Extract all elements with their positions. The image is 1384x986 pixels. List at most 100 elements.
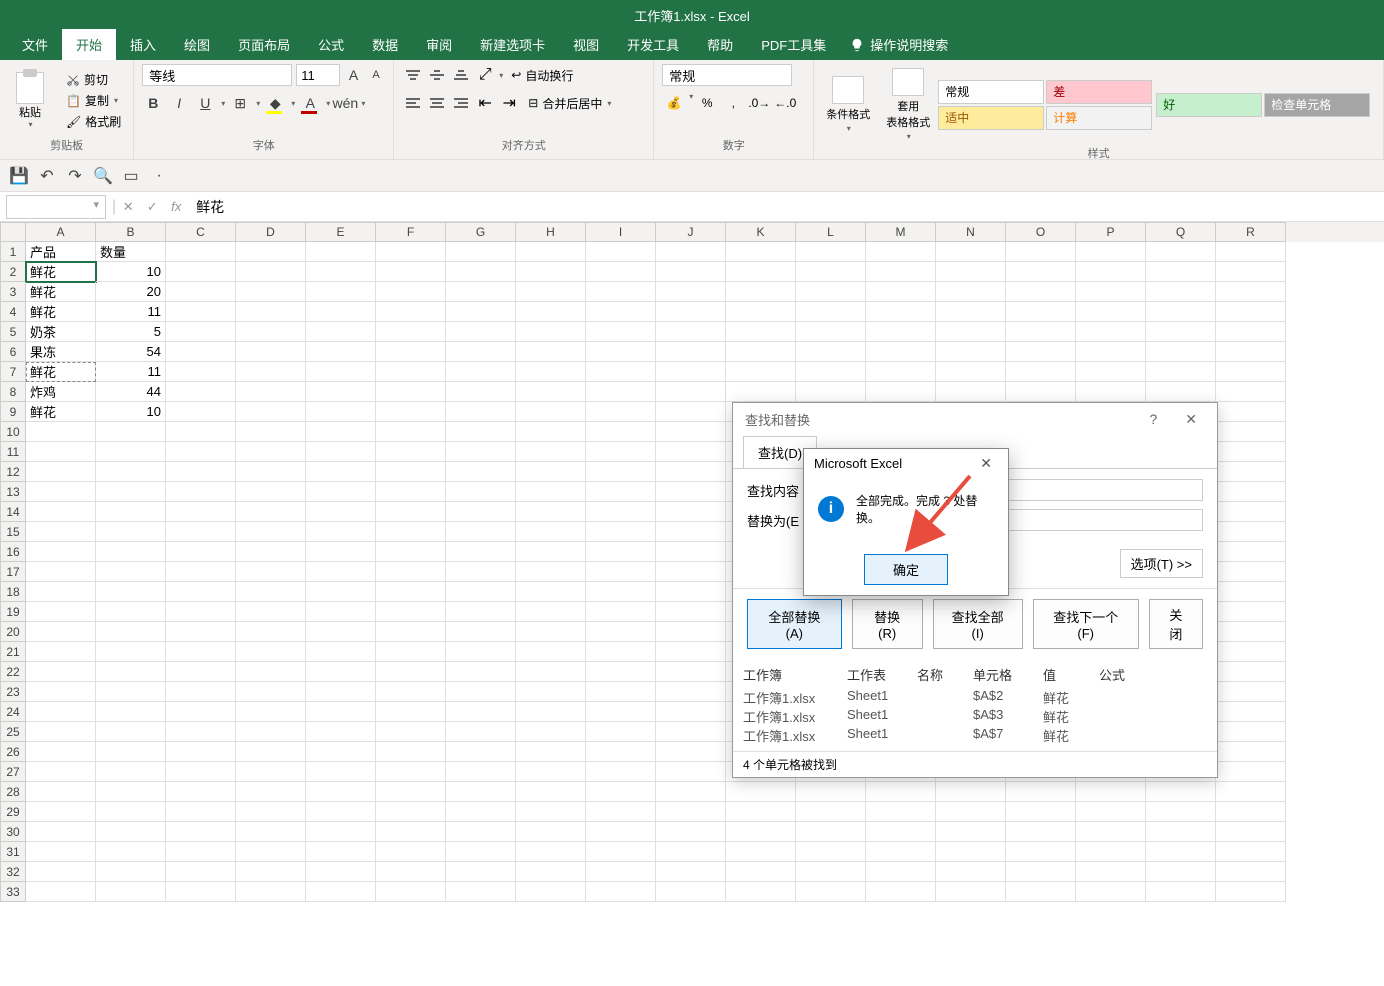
cell[interactable] [1076, 362, 1146, 382]
cell[interactable] [236, 722, 306, 742]
cell[interactable] [656, 442, 726, 462]
cell[interactable] [1076, 382, 1146, 402]
cell[interactable]: 10 [96, 262, 166, 282]
cell[interactable] [1216, 542, 1286, 562]
cell[interactable] [1216, 522, 1286, 542]
cell[interactable] [656, 342, 726, 362]
row-header[interactable]: 23 [0, 682, 26, 702]
cell[interactable] [96, 722, 166, 742]
cell[interactable] [516, 502, 586, 522]
row-header[interactable]: 11 [0, 442, 26, 462]
cell[interactable] [306, 442, 376, 462]
row-header[interactable]: 28 [0, 782, 26, 802]
cell[interactable] [586, 562, 656, 582]
cell[interactable] [586, 582, 656, 602]
col-header-A[interactable]: A [26, 222, 96, 242]
cell[interactable] [586, 822, 656, 842]
cell[interactable] [236, 602, 306, 622]
cell[interactable] [586, 602, 656, 622]
cell[interactable] [796, 282, 866, 302]
cell[interactable] [726, 862, 796, 882]
cell[interactable] [516, 742, 586, 762]
cell[interactable] [1216, 862, 1286, 882]
cell[interactable] [236, 802, 306, 822]
underline-button[interactable]: U [194, 92, 216, 114]
undo-button[interactable]: ↶ [38, 167, 56, 185]
cell[interactable] [306, 342, 376, 362]
cell[interactable] [656, 522, 726, 542]
cell[interactable] [306, 482, 376, 502]
cell[interactable] [1146, 842, 1216, 862]
cell[interactable] [726, 262, 796, 282]
cell[interactable] [236, 762, 306, 782]
cell[interactable] [96, 502, 166, 522]
cell[interactable] [26, 722, 96, 742]
cell-styles-gallery-2[interactable]: 好 检查单元格 [1156, 93, 1370, 117]
col-header-N[interactable]: N [936, 222, 1006, 242]
cell[interactable]: 11 [96, 362, 166, 382]
cell[interactable] [1006, 322, 1076, 342]
cell[interactable] [166, 542, 236, 562]
cell[interactable] [96, 802, 166, 822]
wrap-text-button[interactable]: ↩自动换行 [505, 65, 579, 86]
cell[interactable] [446, 302, 516, 322]
cell[interactable] [306, 362, 376, 382]
cell[interactable] [96, 622, 166, 642]
cell[interactable] [446, 342, 516, 362]
cell[interactable] [26, 562, 96, 582]
cell[interactable] [586, 322, 656, 342]
row-header[interactable]: 9 [0, 402, 26, 422]
cell[interactable] [96, 882, 166, 902]
cell[interactable] [306, 782, 376, 802]
cell[interactable] [446, 722, 516, 742]
cell[interactable] [1146, 342, 1216, 362]
cell[interactable] [166, 862, 236, 882]
cell[interactable] [376, 662, 446, 682]
cell[interactable] [726, 282, 796, 302]
cell[interactable] [1006, 362, 1076, 382]
save-button[interactable]: 💾 [10, 167, 28, 185]
cell[interactable] [586, 682, 656, 702]
cell[interactable] [586, 362, 656, 382]
cell[interactable] [936, 862, 1006, 882]
cell[interactable] [656, 882, 726, 902]
cell[interactable] [726, 242, 796, 262]
cell[interactable] [236, 562, 306, 582]
cell[interactable] [1216, 462, 1286, 482]
cell[interactable] [656, 702, 726, 722]
cell[interactable] [446, 702, 516, 722]
cell[interactable] [26, 762, 96, 782]
cell[interactable] [1006, 242, 1076, 262]
cell[interactable] [796, 262, 866, 282]
cell[interactable] [586, 522, 656, 542]
cell[interactable] [376, 622, 446, 642]
col-header-J[interactable]: J [656, 222, 726, 242]
cell[interactable]: 产品 [26, 242, 96, 262]
cell[interactable] [236, 682, 306, 702]
row-header[interactable]: 6 [0, 342, 26, 362]
cell[interactable] [516, 382, 586, 402]
italic-button[interactable]: I [168, 92, 190, 114]
col-header-F[interactable]: F [376, 222, 446, 242]
cell[interactable] [796, 302, 866, 322]
cell[interactable] [726, 342, 796, 362]
cell[interactable] [236, 262, 306, 282]
cell[interactable] [446, 362, 516, 382]
cell[interactable] [796, 842, 866, 862]
cell[interactable] [586, 802, 656, 822]
cell[interactable] [516, 322, 586, 342]
cell[interactable] [236, 582, 306, 602]
cell[interactable] [516, 862, 586, 882]
cell[interactable] [166, 822, 236, 842]
style-good[interactable]: 好 [1156, 93, 1262, 117]
cell[interactable] [516, 522, 586, 542]
cell[interactable] [306, 302, 376, 322]
tab-pdf[interactable]: PDF工具集 [747, 29, 840, 60]
cell[interactable] [236, 402, 306, 422]
replace-button[interactable]: 替换(R) [852, 599, 923, 649]
cell[interactable] [726, 322, 796, 342]
style-check[interactable]: 检查单元格 [1264, 93, 1370, 117]
cell[interactable] [1216, 242, 1286, 262]
options-button[interactable]: 选项(T) >> [1120, 549, 1203, 578]
cell[interactable] [516, 802, 586, 822]
